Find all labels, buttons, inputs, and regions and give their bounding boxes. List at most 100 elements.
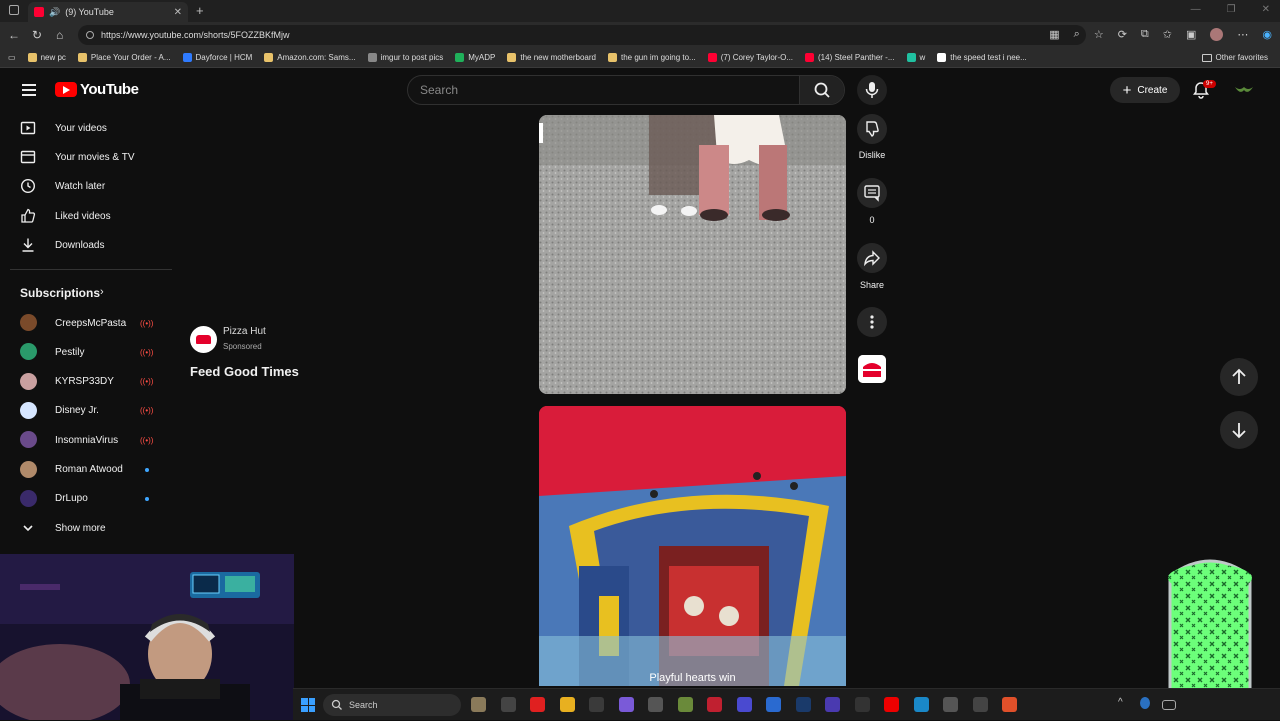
create-label: Create [1137, 84, 1168, 96]
app-icon[interactable]: ▦ [1049, 28, 1059, 41]
next-short-button[interactable] [1220, 411, 1258, 449]
taskbar-search[interactable]: Search [323, 694, 461, 716]
search-button[interactable] [799, 76, 844, 104]
bookmark-item[interactable]: imgur to post pics [367, 53, 443, 62]
short-video-player[interactable] [539, 115, 846, 394]
keyboard-tray-icon[interactable] [1162, 700, 1176, 710]
site-info-icon[interactable] [86, 31, 94, 39]
subscription-item[interactable]: KYRSP33DY ((•)) [0, 368, 172, 396]
channel-thumbnail[interactable] [858, 355, 886, 383]
user-avatar[interactable] [1234, 81, 1254, 99]
widgets-icon[interactable] [471, 697, 486, 712]
app-icon[interactable] [648, 697, 663, 712]
minimize-button[interactable]: — [1191, 4, 1201, 15]
bookmark-item[interactable]: (14) Steel Panther -... [805, 53, 895, 62]
advertiser-name[interactable]: Pizza Hut [223, 326, 266, 337]
bookmark-item[interactable]: w [906, 53, 925, 62]
subscriptions-title[interactable]: Subscriptions [20, 286, 100, 300]
bookmark-item[interactable]: the speed test i nee... [937, 53, 1027, 62]
sidebar-toggle-icon[interactable] [9, 5, 19, 15]
search-input[interactable] [408, 76, 801, 104]
sidebar-item-downloads[interactable]: Downloads [0, 231, 172, 259]
next-short-video[interactable]: Playful hearts win [539, 406, 846, 686]
refresh-button[interactable]: ↻ [32, 28, 42, 42]
bookmark-favicon-icon [707, 53, 717, 62]
back-button[interactable]: ← [8, 28, 20, 42]
zoom-icon[interactable]: ⌕ [1074, 28, 1080, 41]
app-icon[interactable] [736, 697, 752, 712]
opera-icon[interactable] [530, 697, 545, 712]
show-more-label: Show more [55, 522, 106, 534]
bookmark-item[interactable]: Amazon.com: Sams... [264, 53, 356, 62]
bookmark-item[interactable]: (7) Corey Taylor-O... [707, 53, 793, 62]
copilot-icon[interactable]: ◉ [1262, 28, 1272, 41]
menu-icon[interactable] [22, 84, 36, 96]
bookmark-item[interactable]: the gun im going to... [607, 53, 696, 62]
minecraft-icon[interactable] [677, 697, 693, 712]
bookmark-item[interactable]: new pc [27, 53, 66, 62]
url-field[interactable]: https://www.youtube.com/shorts/5FOZZBKfM… [78, 25, 1086, 45]
chevron-right-icon[interactable]: › [100, 286, 104, 298]
subscription-item[interactable]: Pestily ((•)) [0, 338, 172, 366]
subscription-item[interactable]: Roman Atwood [0, 456, 172, 484]
dislike-button[interactable] [857, 114, 887, 144]
create-button[interactable]: + Create [1110, 77, 1180, 103]
comments-button[interactable] [857, 178, 887, 208]
show-more-button[interactable]: Show more [0, 514, 172, 542]
app-icon[interactable] [1002, 697, 1017, 712]
bookmarks-menu-icon[interactable]: ▭ [8, 53, 16, 62]
clock-icon [20, 178, 36, 194]
tray-chevron-icon[interactable]: ^ [1118, 697, 1133, 712]
more-options-icon[interactable]: ⋯ [1237, 28, 1248, 41]
extensions-icon[interactable]: ⟳ [1118, 28, 1127, 41]
maximize-button[interactable]: ❐ [1227, 4, 1236, 15]
home-button[interactable]: ⌂ [56, 28, 63, 42]
discord-icon[interactable] [618, 697, 634, 712]
browser-tab[interactable]: 🔊 (9) YouTube ✕ [28, 2, 188, 22]
microphone-tray-icon[interactable] [1140, 697, 1150, 709]
subscription-item[interactable]: DrLupo [0, 485, 172, 513]
new-tab-button[interactable]: + [196, 3, 204, 18]
netflix-icon[interactable] [884, 697, 899, 712]
windows-start-icon[interactable] [301, 698, 315, 712]
steam-icon[interactable] [795, 697, 811, 712]
task-view-icon[interactable] [500, 697, 516, 712]
bookmark-item[interactable]: Dayforce | HCM [182, 53, 252, 62]
bookmark-item[interactable]: MyADP [455, 53, 495, 62]
profile-avatar[interactable] [1210, 28, 1224, 41]
bookmark-item[interactable]: the new motherboard [507, 53, 596, 62]
bookmark-item[interactable]: Place Your Order - A... [77, 53, 171, 62]
split-screen-icon[interactable]: ⧉ [1141, 28, 1149, 41]
collections-icon[interactable]: ▣ [1186, 28, 1196, 41]
favorite-star-icon[interactable]: ☆ [1094, 28, 1104, 41]
app-icon[interactable] [825, 697, 840, 712]
ad-headline[interactable]: Feed Good Times [190, 364, 299, 379]
subscription-item[interactable]: InsomniaVirus ((•)) [0, 426, 172, 454]
app-icon[interactable] [766, 697, 781, 712]
file-explorer-icon[interactable] [559, 697, 575, 712]
edge-icon[interactable] [913, 697, 929, 712]
previous-short-button[interactable] [1220, 358, 1258, 396]
app-icon[interactable] [972, 697, 988, 712]
favorites-icon[interactable]: ✩ [1163, 28, 1172, 41]
close-window-button[interactable]: ✕ [1262, 4, 1270, 15]
subscription-item[interactable]: Disney Jr. ((•)) [0, 397, 172, 425]
app-icon[interactable] [854, 697, 870, 712]
close-tab-icon[interactable]: ✕ [174, 7, 182, 18]
app-icon[interactable] [943, 697, 958, 712]
speaker-icon[interactable]: 🔊 [49, 7, 60, 18]
advertiser-logo[interactable] [190, 326, 217, 353]
voice-search-button[interactable] [857, 75, 887, 105]
subscription-item[interactable]: CreepsMcPasta ((•)) [0, 309, 172, 337]
more-actions-button[interactable] [857, 307, 887, 337]
youtube-logo[interactable]: YouTube [55, 81, 139, 98]
sidebar-item-watch-later[interactable]: Watch later [0, 172, 172, 200]
more-vertical-icon [870, 315, 874, 329]
sidebar-item-your-movies[interactable]: Your movies & TV [0, 143, 172, 171]
sidebar-item-liked-videos[interactable]: Liked videos [0, 202, 172, 230]
share-button[interactable] [857, 243, 887, 273]
app-icon[interactable] [707, 697, 722, 712]
other-favorites[interactable]: Other favorites [1201, 53, 1268, 62]
sidebar-item-your-videos[interactable]: Your videos [0, 114, 172, 142]
chrome-icon[interactable] [589, 697, 604, 712]
